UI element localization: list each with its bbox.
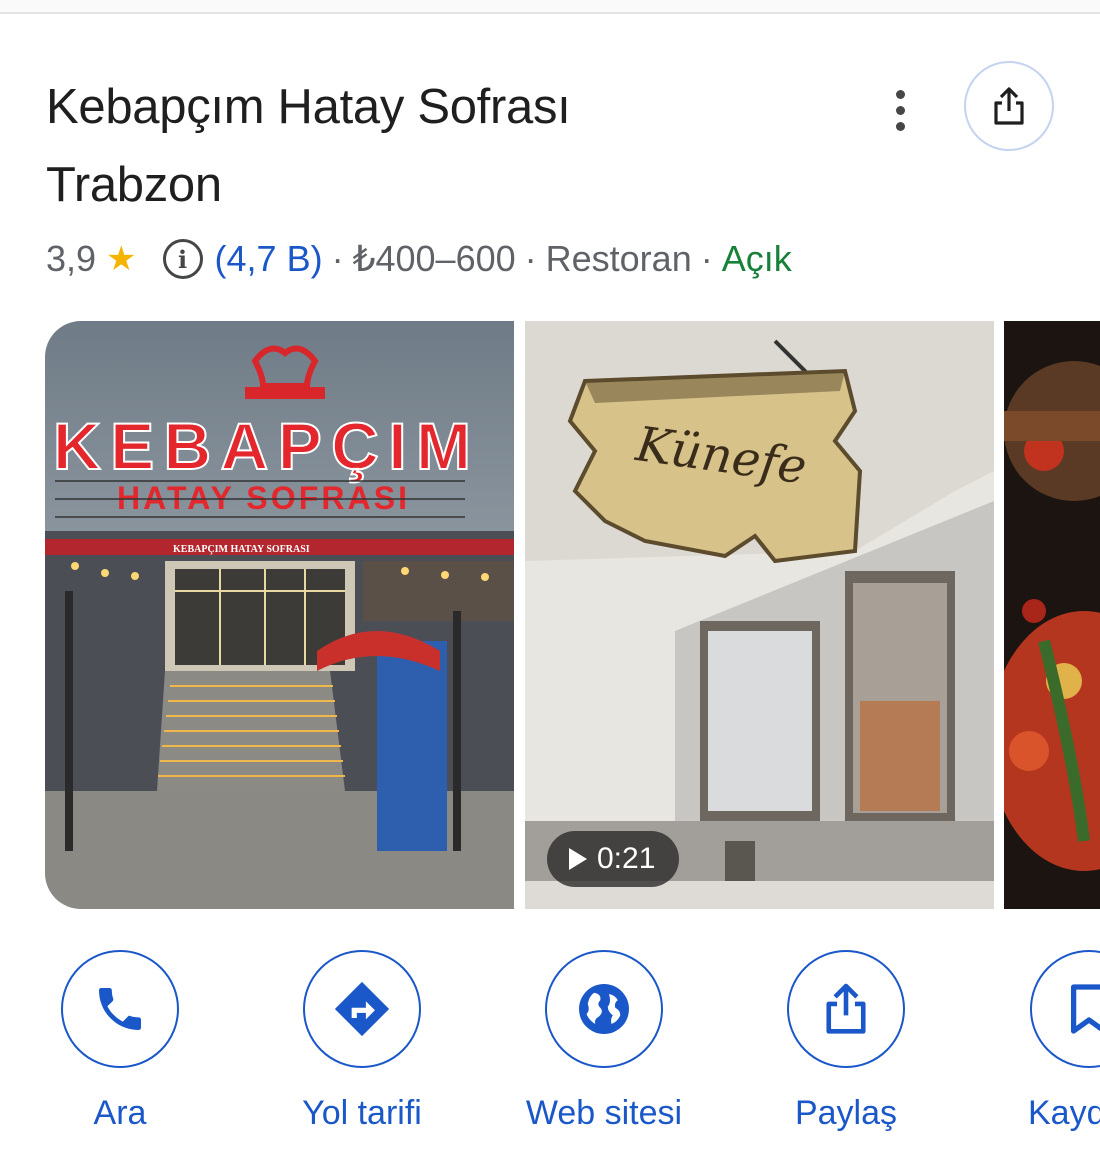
share-button-top[interactable] bbox=[964, 61, 1054, 151]
more-vert-icon bbox=[895, 89, 905, 99]
info-icon[interactable]: i bbox=[162, 239, 203, 279]
info-row: 3,9 ★ i (4,7 B) · ₺400–600 · Restoran · … bbox=[46, 234, 792, 284]
call-label: Ara bbox=[93, 1094, 147, 1132]
bookmark-icon bbox=[1070, 984, 1100, 1034]
video-duration: 0:21 bbox=[597, 842, 656, 875]
call-button[interactable]: Ara bbox=[10, 950, 230, 1133]
photo-storefront[interactable]: KEBAPÇIM HATAY SOFRASI KEBAPÇIM HATAY SO… bbox=[45, 321, 514, 909]
directions-label: Yol tarifi bbox=[302, 1094, 422, 1132]
action-bar: Ara Yol tarifi Web sitesi Paylaş Kayd bbox=[0, 950, 1100, 1150]
website-button[interactable]: Web sitesi bbox=[494, 950, 714, 1133]
website-label: Web sitesi bbox=[525, 1094, 683, 1132]
save-label: Kaydet bbox=[1028, 1094, 1100, 1132]
directions-button[interactable]: Yol tarifi bbox=[252, 950, 472, 1133]
more-options-button[interactable] bbox=[878, 82, 922, 138]
price-range: ₺400–600 bbox=[352, 238, 516, 279]
star-icon: ★ bbox=[106, 240, 137, 278]
separator: · bbox=[331, 238, 344, 279]
directions-icon bbox=[334, 981, 390, 1037]
globe-icon bbox=[579, 984, 629, 1034]
photo-food[interactable] bbox=[1004, 321, 1100, 909]
place-title-line2: Trabzon bbox=[46, 158, 222, 212]
separator: · bbox=[524, 238, 537, 279]
share-label: Paylaş bbox=[794, 1094, 898, 1132]
phone-icon bbox=[99, 988, 141, 1030]
video-duration-badge: 0:21 bbox=[547, 831, 680, 887]
rating-value: 3,9 bbox=[46, 238, 97, 279]
sign-subtext: HATAY SOFRASI bbox=[117, 480, 407, 516]
share-icon bbox=[994, 87, 1024, 125]
awning-text: KEBAPÇIM HATAY SOFRASI bbox=[173, 544, 310, 555]
play-icon bbox=[569, 848, 587, 870]
place-title: Kebapçım Hatay Sofrası Trabzon bbox=[46, 68, 866, 224]
photo-carousel[interactable]: KEBAPÇIM HATAY SOFRASI KEBAPÇIM HATAY SO… bbox=[45, 321, 1100, 909]
photo-video-kunefe[interactable]: Künefe 0:21 bbox=[525, 321, 994, 909]
open-status: Açık bbox=[721, 238, 792, 279]
category: Restoran bbox=[545, 238, 692, 279]
separator: · bbox=[700, 238, 713, 279]
share-icon bbox=[826, 983, 866, 1034]
top-divider bbox=[0, 0, 1100, 14]
save-button[interactable]: Kaydet bbox=[978, 950, 1100, 1133]
review-count-link[interactable]: (4,7 B) bbox=[215, 238, 323, 280]
place-title-line1: Kebapçım Hatay Sofrası bbox=[46, 80, 571, 134]
share-button[interactable]: Paylaş bbox=[736, 950, 956, 1133]
